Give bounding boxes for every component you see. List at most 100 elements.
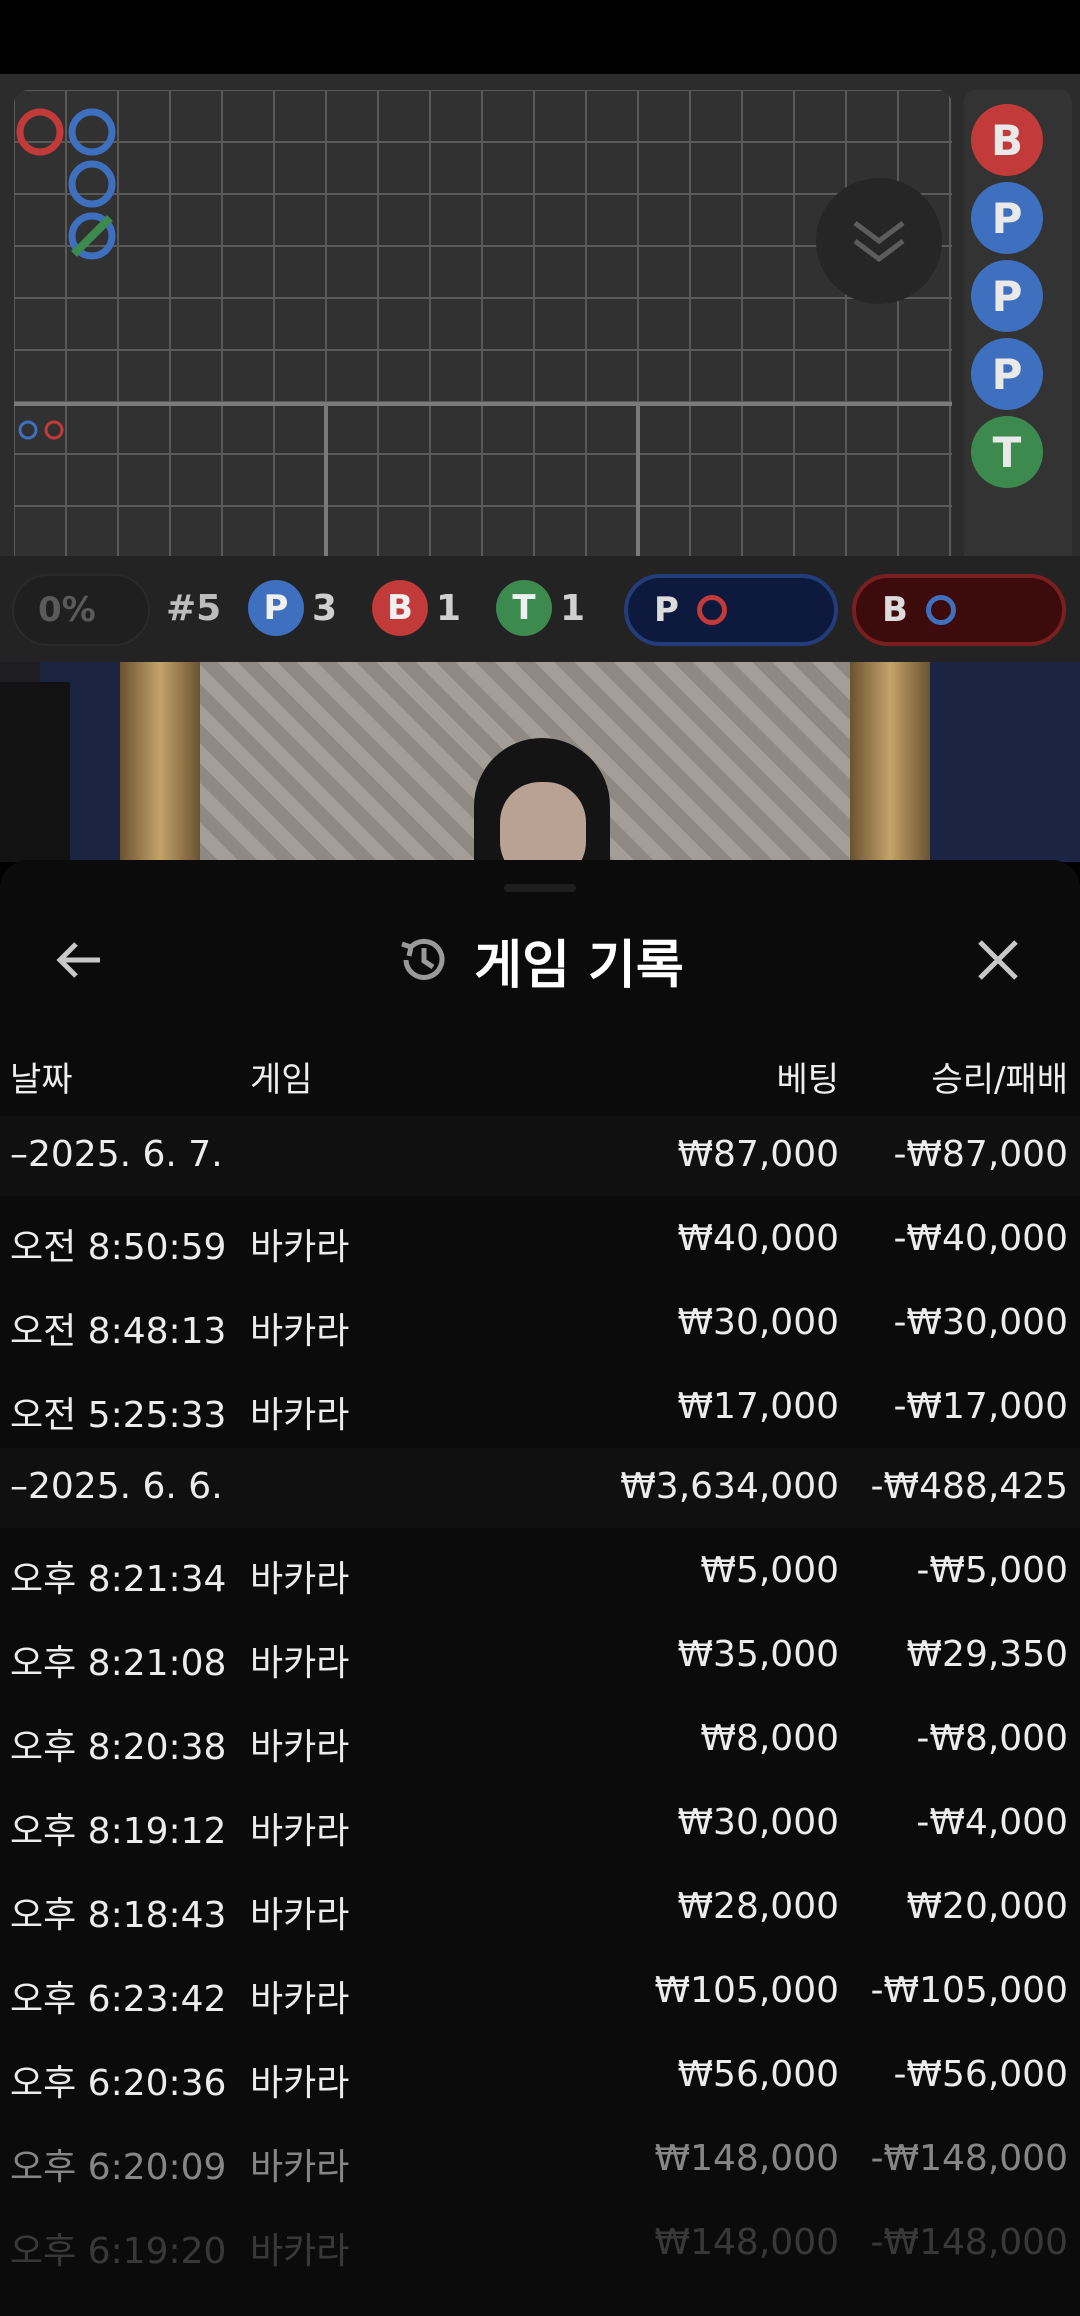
- history-row[interactable]: 오후 6:19:20 바카라 ₩148,000 -₩148,000: [0, 2200, 1080, 2284]
- tie-count-value: 1: [560, 587, 586, 629]
- history-row[interactable]: 오후 8:18:43 바카라 ₩28,000 ₩20,000: [0, 1864, 1080, 1948]
- row-date: 오전 8:50:59: [10, 1227, 227, 1268]
- close-icon: [978, 940, 1018, 980]
- banker-count-value: 1: [436, 587, 462, 629]
- close-button[interactable]: [958, 930, 1038, 990]
- history-row[interactable]: 오후 8:19:12 바카라 ₩30,000 -₩4,000: [0, 1780, 1080, 1864]
- row-bet: ₩5,000: [700, 1550, 839, 1591]
- row-bet: ₩30,000: [677, 1802, 839, 1843]
- header-bet[interactable]: 베팅: [776, 1052, 839, 1101]
- small-road-bead-player: [18, 420, 38, 440]
- player-predict-label: P: [654, 590, 679, 630]
- history-row[interactable]: 오후 8:21:08 바카라 ₩35,000 ₩29,350: [0, 1612, 1080, 1696]
- date-group-row[interactable]: –2025. 6. 6. ₩3,634,000 -₩488,425: [0, 1448, 1080, 1528]
- row-date: 오전 5:25:33: [10, 1395, 227, 1436]
- row-date: 오후 8:21:34: [10, 1559, 227, 1600]
- tie-icon: T: [496, 580, 552, 636]
- history-list: –2025. 6. 7. ₩87,000 -₩87,000 오전 8:50:59 바카라…: [0, 1116, 1080, 2284]
- row-date: –2025. 6. 6.: [10, 1466, 223, 1507]
- history-row[interactable]: 오후 6:20:09 바카라 ₩148,000 -₩148,000: [0, 2116, 1080, 2200]
- history-row[interactable]: 오후 6:20:36 바카라 ₩56,000 -₩56,000: [0, 2032, 1080, 2116]
- row-bet: ₩56,000: [677, 2054, 839, 2095]
- status-bar: [0, 0, 1080, 74]
- video-backdrop-right: [930, 662, 1080, 862]
- game-history-sheet: 게임 기록 날짜 게임 베팅 승리/패배 –2025. 6. 7. ₩87,000…: [0, 860, 1080, 2316]
- table-header: 날짜 게임 베팅 승리/패배: [0, 1040, 1080, 1106]
- player-count-value: 3: [312, 587, 338, 629]
- row-game: 바카라: [250, 1811, 350, 1852]
- collapse-roadmap-button[interactable]: [816, 178, 942, 304]
- big-road-grid: [14, 90, 952, 632]
- row-result: -₩4,000: [916, 1802, 1068, 1843]
- row-game: 바카라: [250, 1559, 350, 1600]
- row-bet: ₩30,000: [677, 1302, 839, 1343]
- video-person: [0, 682, 70, 862]
- history-row[interactable]: 오후 6:23:42 바카라 ₩105,000 -₩105,000: [0, 1948, 1080, 2032]
- row-bet: ₩87,000: [677, 1134, 839, 1175]
- row-game: 바카라: [250, 1979, 350, 2020]
- video-frame-left: [120, 662, 200, 862]
- live-video: [0, 662, 1080, 862]
- history-icon: [401, 938, 445, 980]
- history-row[interactable]: 오전 5:25:33 바카라 ₩17,000 -₩17,000: [0, 1364, 1080, 1448]
- row-game: 바카라: [250, 1227, 350, 1268]
- row-bet: ₩148,000: [654, 2222, 839, 2263]
- win-percent-pill: 0%: [12, 574, 150, 646]
- row-result: -₩148,000: [870, 2222, 1068, 2263]
- row-bet: ₩8,000: [700, 1718, 839, 1759]
- double-chevron-down-icon: [853, 221, 905, 263]
- header-result[interactable]: 승리/패배: [931, 1052, 1068, 1101]
- row-bet: ₩28,000: [677, 1886, 839, 1927]
- row-game: 바카라: [250, 2147, 350, 2188]
- row-result: -₩148,000: [870, 2138, 1068, 2179]
- row-date: 오후 8:20:38: [10, 1727, 227, 1768]
- arrow-left-icon: [56, 942, 100, 978]
- banker-predict-button[interactable]: B: [852, 574, 1066, 646]
- history-row[interactable]: 오전 8:50:59 바카라 ₩40,000 -₩40,000: [0, 1196, 1080, 1280]
- result-chip: P: [971, 182, 1043, 254]
- small-road-bead-banker: [44, 420, 64, 440]
- row-bet: ₩40,000: [677, 1218, 839, 1259]
- result-chip: B: [971, 104, 1043, 176]
- header-date[interactable]: 날짜: [10, 1052, 73, 1101]
- history-row[interactable]: 오전 8:48:13 바카라 ₩30,000 -₩30,000: [0, 1280, 1080, 1364]
- history-row[interactable]: 오후 8:21:34 바카라 ₩5,000 -₩5,000: [0, 1528, 1080, 1612]
- back-button[interactable]: [40, 930, 120, 990]
- header-game[interactable]: 게임: [250, 1052, 313, 1101]
- row-result: -₩40,000: [893, 1218, 1068, 1259]
- dealer-face: [500, 782, 586, 862]
- row-result: -₩87,000: [893, 1134, 1068, 1175]
- row-bet: ₩17,000: [677, 1386, 839, 1427]
- player-count: P 3: [248, 580, 337, 636]
- banker-icon: B: [372, 580, 428, 636]
- row-game: 바카라: [250, 1311, 350, 1352]
- row-game: 바카라: [250, 1395, 350, 1436]
- row-bet: ₩35,000: [677, 1634, 839, 1675]
- result-chip: P: [971, 338, 1043, 410]
- video-frame-right: [850, 662, 930, 862]
- row-game: 바카라: [250, 1727, 350, 1768]
- row-date: 오후 8:21:08: [10, 1643, 227, 1684]
- row-date: 오후 6:20:09: [10, 2147, 227, 2188]
- drag-handle[interactable]: [504, 884, 576, 892]
- tie-count: T 1: [496, 580, 585, 636]
- results-column: BPPPT: [964, 90, 1072, 632]
- road-bead-player: [68, 160, 116, 208]
- row-result: ₩20,000: [906, 1886, 1068, 1927]
- row-date: 오전 8:48:13: [10, 1311, 227, 1352]
- history-row[interactable]: 오후 8:20:38 바카라 ₩8,000 -₩8,000: [0, 1696, 1080, 1780]
- blue-ring-icon: [925, 595, 956, 625]
- row-result: -₩17,000: [893, 1386, 1068, 1427]
- row-date: 오후 8:19:12: [10, 1811, 227, 1852]
- banker-predict-label: B: [882, 590, 908, 630]
- row-bet: ₩3,634,000: [620, 1466, 839, 1507]
- row-date: 오후 6:19:20: [10, 2231, 227, 2272]
- row-result: -₩5,000: [916, 1550, 1068, 1591]
- row-date: 오후 6:20:36: [10, 2063, 227, 2104]
- title-group: 게임 기록: [0, 900, 1080, 1020]
- player-predict-button[interactable]: P: [624, 574, 838, 646]
- row-bet: ₩105,000: [654, 1970, 839, 2011]
- date-group-row[interactable]: –2025. 6. 7. ₩87,000 -₩87,000: [0, 1116, 1080, 1196]
- round-number: #5: [166, 588, 222, 629]
- red-ring-icon: [696, 595, 727, 625]
